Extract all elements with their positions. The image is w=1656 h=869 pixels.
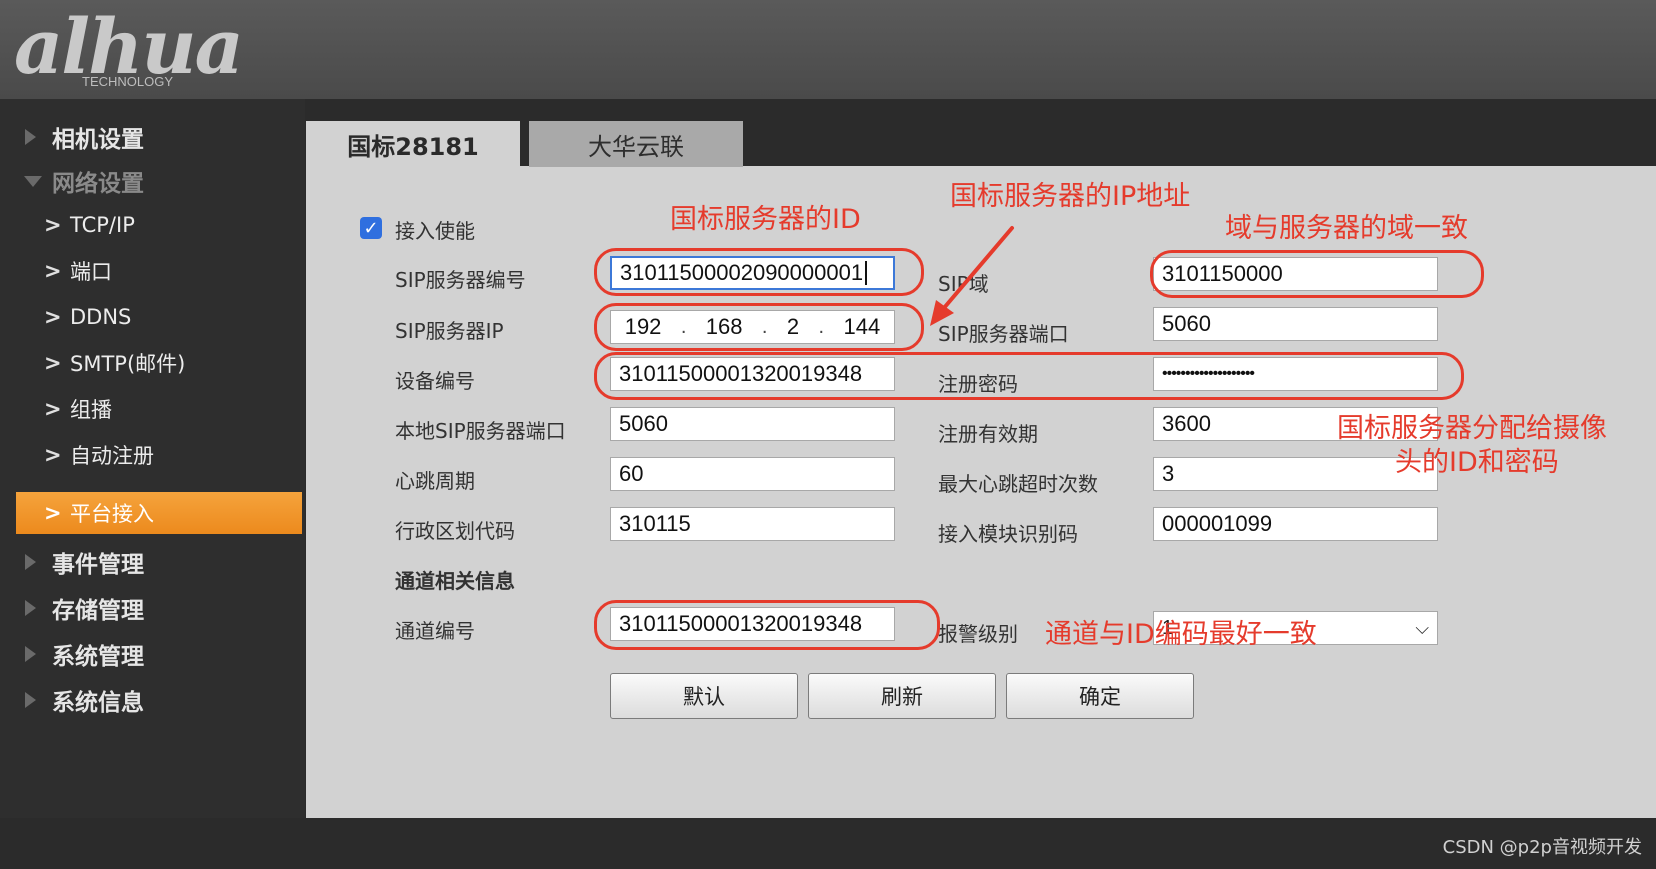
channel-section-heading: 通道相关信息 (395, 569, 515, 593)
sidebar-item-label: 平台接入 (70, 502, 154, 526)
sidebar-item-label: 组播 (70, 398, 112, 422)
sidebar-item-label: SMTP(邮件) (70, 352, 186, 376)
module-id-label: 接入模块识别码 (938, 522, 1078, 546)
ok-button[interactable]: 确定 (1006, 673, 1194, 719)
sip-server-id-label: SIP服务器编号 (395, 268, 526, 292)
annotation-assigned-line1: 国标服务器分配给摄像 (1337, 413, 1607, 444)
sidebar-item-system-management[interactable]: 系统管理 (0, 633, 305, 675)
heartbeat-period-label: 心跳周期 (395, 469, 475, 493)
chevron-right-icon: > (44, 305, 62, 329)
annotation-arrow-icon (930, 226, 1014, 326)
annotation-server-ip: 国标服务器的IP地址 (950, 181, 1191, 212)
annotation-oval-device-credentials (594, 352, 1464, 400)
sidebar-item-label: 系统信息 (52, 690, 144, 716)
refresh-button[interactable]: 刷新 (808, 673, 996, 719)
sidebar-item-label: TCP/IP (70, 213, 135, 237)
annotation-domain: 域与服务器的域一致 (1225, 213, 1468, 244)
sidebar-item-port[interactable]: > 端口 (0, 250, 305, 292)
collapsed-arrow-icon (25, 692, 36, 708)
annotation-channel: 通道与ID编码最好一致 (1045, 619, 1317, 650)
enable-checkbox[interactable]: ✓ (360, 217, 382, 239)
sidebar-item-label: 网络设置 (52, 171, 144, 197)
tab-dahua-cloud[interactable]: 大华云联 (529, 121, 743, 167)
annotation-oval-channel-id (594, 600, 940, 650)
sidebar-item-network-settings[interactable]: 网络设置 (0, 160, 305, 202)
chevron-right-icon: > (44, 259, 62, 283)
module-id-input[interactable]: 000001099 (1153, 507, 1438, 541)
local-sip-port-input[interactable]: 5060 (610, 407, 895, 441)
logo-subtitle: TECHNOLOGY (82, 74, 174, 89)
sidebar-item-label: 自动注册 (70, 444, 154, 468)
annotation-assigned-line2: 头的ID和密码 (1395, 447, 1559, 478)
sip-server-port-input[interactable]: 5060 (1153, 307, 1438, 341)
sidebar-item-label: 相机设置 (52, 127, 144, 153)
collapsed-arrow-icon (25, 600, 36, 616)
sidebar-item-ddns[interactable]: > DDNS (0, 296, 305, 338)
register-validity-label: 注册有效期 (938, 422, 1038, 446)
sidebar-item-platform-access[interactable]: > 平台接入 (16, 492, 302, 534)
heartbeat-period-input[interactable]: 60 (610, 457, 895, 491)
annotation-oval-domain (1150, 250, 1484, 298)
channel-id-label: 通道编号 (395, 619, 475, 643)
expanded-arrow-icon (24, 175, 42, 187)
collapsed-arrow-icon (25, 129, 36, 145)
chevron-down-icon: ⌵ (1415, 617, 1429, 638)
device-id-label: 设备编号 (395, 369, 475, 393)
chevron-right-icon: > (44, 213, 62, 237)
sidebar-item-label: 事件管理 (52, 552, 144, 578)
collapsed-arrow-icon (25, 646, 36, 662)
sidebar-item-label: 存储管理 (52, 598, 144, 624)
sidebar-item-multicast[interactable]: > 组播 (0, 388, 305, 430)
enable-label: 接入使能 (395, 219, 475, 243)
dahua-logo: alhua TECHNOLOGY (14, 6, 274, 94)
csdn-watermark: CSDN @p2p音视频开发 (1442, 837, 1642, 858)
sidebar-item-camera-settings[interactable]: 相机设置 (0, 116, 305, 158)
sidebar-item-label: 端口 (70, 260, 112, 284)
sidebar-item-event-management[interactable]: 事件管理 (0, 541, 305, 583)
sidebar-item-tcpip[interactable]: > TCP/IP (0, 204, 305, 246)
annotation-oval-server-ip (594, 303, 924, 351)
tab-gb28181[interactable]: 国标28181 (306, 121, 520, 167)
chevron-right-icon: > (44, 501, 62, 525)
sidebar-item-system-info[interactable]: 系统信息 (0, 679, 305, 721)
alarm-level-label: 报警级别 (938, 622, 1018, 646)
chevron-right-icon: > (44, 443, 62, 467)
annotation-oval-server-id (594, 248, 924, 296)
sidebar-item-label: 系统管理 (52, 644, 144, 670)
annotation-server-id: 国标服务器的ID (670, 204, 861, 235)
sidebar-item-label: DDNS (70, 305, 132, 329)
region-code-input[interactable]: 310115 (610, 507, 895, 541)
region-code-label: 行政区划代码 (395, 519, 515, 543)
sidebar-item-storage-management[interactable]: 存储管理 (0, 587, 305, 629)
collapsed-arrow-icon (25, 554, 36, 570)
header-bar: alhua TECHNOLOGY (0, 0, 1656, 99)
sidebar-item-smtp[interactable]: > SMTP(邮件) (0, 342, 305, 384)
sip-server-ip-label: SIP服务器IP (395, 319, 504, 343)
local-sip-port-label: 本地SIP服务器端口 (395, 419, 566, 443)
default-button[interactable]: 默认 (610, 673, 798, 719)
chevron-right-icon: > (44, 397, 62, 421)
chevron-right-icon: > (44, 351, 62, 375)
max-heartbeat-timeouts-label: 最大心跳超时次数 (938, 472, 1098, 496)
sidebar-item-auto-register[interactable]: > 自动注册 (0, 434, 305, 476)
